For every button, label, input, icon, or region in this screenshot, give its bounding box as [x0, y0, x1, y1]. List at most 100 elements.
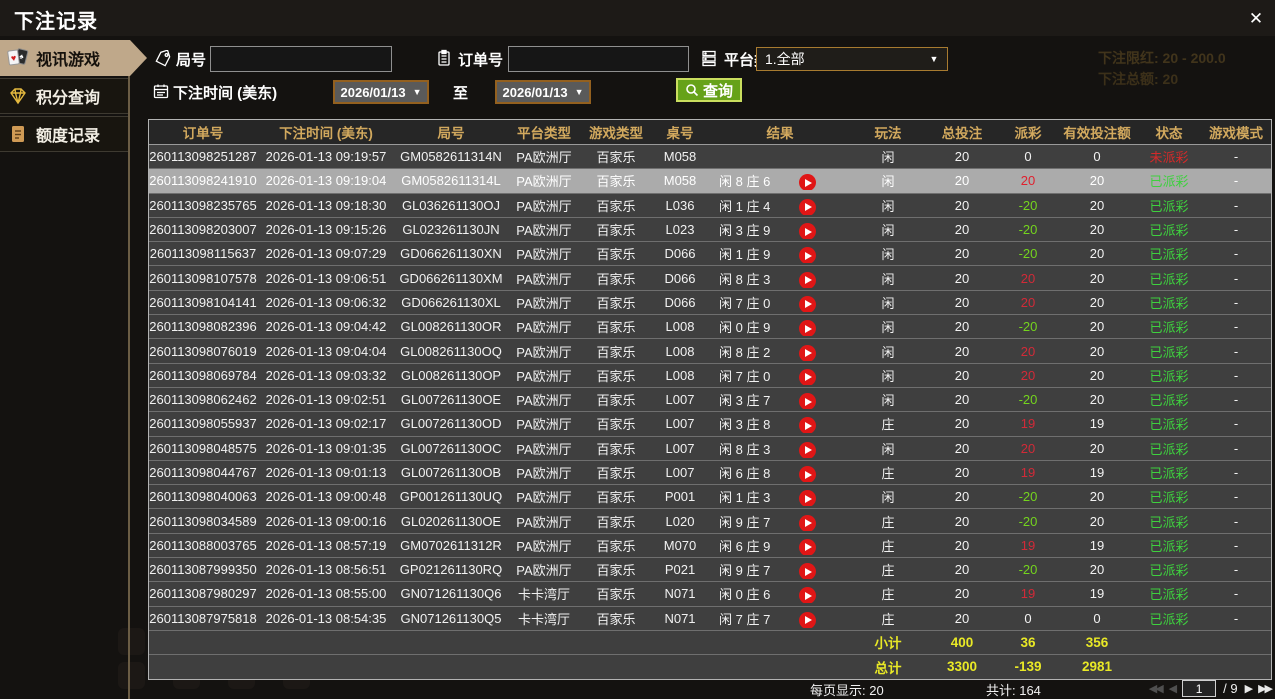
table-row[interactable]: 260113087980297 2026-01-13 08:55:00 GN07… [149, 582, 1271, 607]
play-video-icon[interactable] [799, 587, 816, 604]
play-video-icon[interactable] [799, 344, 816, 361]
play-video-icon[interactable] [799, 563, 816, 580]
col-header-total-bet: 总投注 [941, 126, 983, 141]
table-row[interactable]: 260113098048575 2026-01-13 09:01:35 GL00… [149, 436, 1271, 461]
play-video-icon[interactable] [799, 611, 816, 628]
cell-platform: PA欧洲厅 [516, 417, 572, 433]
title-bar: 下注记录 ✕ [0, 0, 1275, 36]
play-video-icon[interactable] [799, 320, 816, 337]
bet-time-label: 下注时间 (美东) [173, 85, 278, 102]
page-number-input[interactable] [1182, 680, 1217, 697]
play-video-icon[interactable] [799, 538, 816, 555]
cell-result: 闲 0 庄 9 [709, 317, 851, 337]
cell-game-mode: - [1233, 294, 1239, 310]
cell-round-id: GL008261130OR [400, 319, 502, 335]
order-number-input[interactable] [508, 46, 689, 72]
play-video-icon[interactable] [799, 368, 816, 385]
play-video-icon[interactable] [799, 466, 816, 482]
round-number-input[interactable] [210, 46, 392, 72]
cell-payout: -20 [1018, 319, 1038, 335]
play-video-icon[interactable] [799, 174, 816, 191]
sidebar: ♠ ♥ 视讯游戏 积分查询 额度记录 [0, 40, 147, 699]
cell-table-no: M058 [663, 173, 697, 189]
table-row[interactable]: 260113098055937 2026-01-13 09:02:17 GL00… [149, 412, 1271, 437]
table-row[interactable]: 260113098034589 2026-01-13 09:00:16 GL02… [149, 509, 1271, 534]
play-video-icon[interactable] [799, 223, 816, 240]
table-row[interactable]: 260113098235765 2026-01-13 09:18:30 GL03… [149, 193, 1271, 218]
table-row[interactable]: 260113098069784 2026-01-13 09:03:32 GL00… [149, 363, 1271, 388]
cell-order-id: 260113098055937 [149, 416, 257, 432]
table-row[interactable]: 260113098115637 2026-01-13 09:07:29 GD06… [149, 242, 1271, 267]
cell-bet-time: 2026-01-13 09:19:04 [265, 173, 387, 189]
cell-payout: -20 [1018, 222, 1038, 238]
cell-bet-time: 2026-01-13 08:55:00 [265, 586, 387, 602]
grand-total-payout: -139 [1014, 659, 1042, 675]
cell-table-no: L008 [665, 367, 695, 383]
play-video-icon[interactable] [799, 441, 816, 458]
to-label: 至 [453, 85, 469, 102]
cell-table-no: L008 [665, 319, 695, 335]
table-row[interactable]: 260113098203007 2026-01-13 09:15:26 GL02… [149, 217, 1271, 243]
subtotal-row: 小计 400 36 356 [149, 630, 1271, 655]
play-video-icon[interactable] [799, 271, 816, 288]
table-row[interactable]: 260113087975818 2026-01-13 08:54:35 GN07… [149, 606, 1271, 631]
sidebar-item-quota-records[interactable]: 额度记录 [0, 116, 128, 152]
play-video-icon[interactable] [799, 295, 816, 312]
table-row[interactable]: 260113098251287 2026-01-13 09:19:57 GM05… [149, 145, 1271, 170]
col-header-valid-bet: 有效投注额 [1063, 126, 1131, 141]
result-text: 闲 9 庄 7 [719, 514, 771, 530]
subtotal-payout: 36 [1020, 634, 1036, 650]
pagination-bar: 每页显示: 20 共计: 164 ◀◀ ◀ / 9 ▶ ▶▶ [148, 678, 1275, 699]
table-row[interactable]: 260113098241910 2026-01-13 09:19:04 GM05… [149, 169, 1271, 194]
query-button[interactable]: 查询 [676, 78, 743, 102]
play-video-icon[interactable] [799, 198, 816, 215]
cell-game-type: 百家乐 [596, 563, 636, 579]
cell-result: 闲 9 庄 7 [709, 560, 851, 580]
col-header-result: 结果 [766, 126, 794, 141]
cell-valid-bet: 19 [1089, 465, 1105, 480]
cell-result: 闲 7 庄 0 [709, 293, 851, 312]
cell-status: 已派彩 [1149, 393, 1189, 409]
date-to-select[interactable]: 2026/01/13 ▼ [495, 80, 591, 104]
table-header-row: 订单号 下注时间 (美东) 局号 平台类型 游戏类型 桌号 结果 玩法 总投注 … [149, 120, 1271, 145]
grand-total-total-bet: 3300 [946, 659, 978, 675]
platform-type-select[interactable]: 1.全部 ▼ [756, 47, 948, 71]
cell-result: 闲 6 庄 8 [709, 463, 851, 482]
play-video-icon[interactable] [799, 393, 816, 410]
table-row[interactable]: 260113098040063 2026-01-13 09:00:48 GP00… [149, 485, 1271, 510]
table-row[interactable]: 260113098062462 2026-01-13 09:02:51 GL00… [149, 387, 1271, 413]
play-video-icon[interactable] [799, 417, 816, 434]
table-row[interactable]: 260113087999350 2026-01-13 08:56:51 GP02… [149, 558, 1271, 583]
table-row[interactable]: 260113098082396 2026-01-13 09:04:42 GL00… [149, 315, 1271, 340]
last-page-icon[interactable]: ▶▶ [1258, 682, 1273, 695]
cell-table-no: L008 [665, 343, 695, 359]
cell-total-bet: 20 [954, 392, 970, 408]
cell-game-mode: - [1233, 440, 1239, 456]
cell-total-bet: 20 [954, 562, 970, 578]
sidebar-item-video-games[interactable]: ♠ ♥ 视讯游戏 [0, 40, 147, 76]
cell-order-id: 260113098251287 [149, 149, 257, 165]
sidebar-item-points-query[interactable]: 积分查询 [0, 78, 128, 114]
cell-payout: 20 [1020, 440, 1036, 456]
cell-bet-time: 2026-01-13 09:18:30 [265, 197, 387, 213]
table-row[interactable]: 260113098104141 2026-01-13 09:06:32 GD06… [149, 290, 1271, 316]
cell-game-type: 百家乐 [596, 514, 636, 530]
first-page-icon[interactable]: ◀◀ [1149, 682, 1164, 695]
table-row[interactable]: 260113098044767 2026-01-13 09:01:13 GL00… [149, 460, 1271, 486]
table-row[interactable]: 260113088003765 2026-01-13 08:57:19 GM07… [149, 533, 1271, 559]
cell-platform: 卡卡湾厅 [517, 611, 570, 627]
cell-game-type: 百家乐 [596, 393, 636, 409]
cell-status: 已派彩 [1149, 295, 1189, 311]
calendar-icon [152, 82, 170, 100]
cell-round-id: GL036261130OJ [401, 197, 501, 213]
close-icon[interactable]: ✕ [1243, 6, 1269, 32]
play-video-icon[interactable] [799, 247, 816, 264]
play-video-icon[interactable] [799, 490, 816, 507]
prev-page-icon[interactable]: ◀ [1169, 682, 1178, 695]
table-row[interactable]: 260113098076019 2026-01-13 09:04:04 GL00… [149, 339, 1271, 364]
table-row[interactable]: 260113098107578 2026-01-13 09:06:51 GD06… [149, 266, 1271, 291]
play-video-icon[interactable] [799, 514, 816, 531]
date-from-select[interactable]: 2026/01/13 ▼ [333, 80, 429, 104]
next-page-icon[interactable]: ▶ [1245, 682, 1254, 695]
cell-status: 已派彩 [1149, 563, 1189, 579]
